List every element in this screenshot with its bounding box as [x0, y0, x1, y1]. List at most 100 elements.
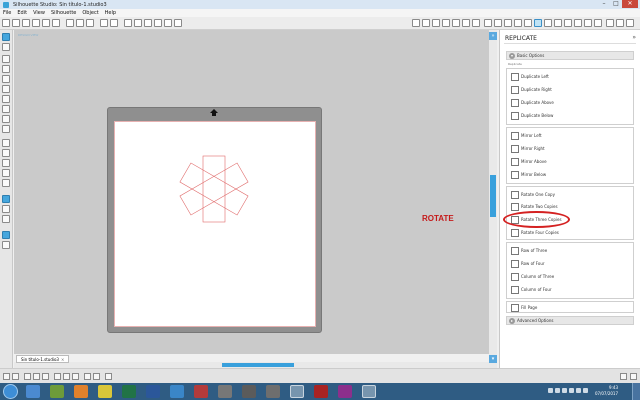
minimize-button[interactable]: –	[598, 0, 610, 8]
trace-icon[interactable]	[564, 19, 572, 27]
word-taskbar-icon[interactable]	[146, 385, 160, 398]
delete-icon[interactable]	[72, 373, 79, 380]
align-icon[interactable]	[524, 19, 532, 27]
column-of-three-option[interactable]: Column of Three	[511, 271, 554, 282]
circle-tool-icon[interactable]	[2, 149, 10, 157]
eraser-tool-icon[interactable]	[2, 169, 10, 177]
mirror-right-option[interactable]: Mirror Right	[511, 143, 545, 154]
rotated-shape-2[interactable]	[179, 162, 249, 216]
ellipse-tool-icon[interactable]	[2, 85, 10, 93]
excel-taskbar-icon[interactable]	[122, 385, 136, 398]
bring-to-front-icon[interactable]	[84, 373, 91, 380]
mirror-below-option[interactable]: Mirror Below	[511, 169, 546, 180]
copy-icon[interactable]	[76, 19, 84, 27]
duplicate-left-option[interactable]: Duplicate Left	[511, 71, 549, 82]
scroll-up-icon[interactable]: »	[489, 32, 497, 40]
replicated-design[interactable]	[179, 152, 259, 232]
document-tab[interactable]: Sin título-1.studio3 ×	[16, 355, 70, 363]
duplicate-above-option[interactable]: Duplicate Above	[511, 97, 554, 108]
transform-icon[interactable]	[494, 19, 502, 27]
edit-points-icon[interactable]	[2, 43, 10, 51]
text-style-icon[interactable]	[484, 19, 492, 27]
library-panel-icon[interactable]	[594, 19, 602, 27]
mirror-above-option[interactable]: Mirror Above	[511, 156, 547, 167]
replicate-icon[interactable]	[534, 19, 542, 27]
app-taskbar-icon-6[interactable]	[338, 385, 352, 398]
fill-page-option[interactable]: Fill Page	[511, 302, 537, 313]
rotated-shape-3[interactable]	[179, 162, 249, 216]
page-settings-icon[interactable]	[412, 19, 420, 27]
horizontal-scroll-thumb[interactable]	[222, 363, 294, 367]
rectangle-tool-icon[interactable]	[2, 65, 10, 73]
ie-taskbar-icon[interactable]	[170, 385, 184, 398]
send-to-back-icon[interactable]	[93, 373, 100, 380]
select-tool-icon[interactable]	[2, 33, 10, 41]
chrome-taskbar-icon[interactable]	[98, 385, 112, 398]
cut-icon[interactable]	[66, 19, 74, 27]
menu-file[interactable]: File	[3, 10, 11, 16]
system-tray-icons[interactable]	[548, 388, 598, 394]
text-tool-icon[interactable]	[2, 159, 10, 167]
send-to-silhouette-icon[interactable]	[52, 19, 60, 27]
menu-silhouette[interactable]: Silhouette	[51, 10, 76, 16]
smooth-freehand-icon[interactable]	[2, 139, 10, 147]
menu-object[interactable]: Object	[82, 10, 98, 16]
library-icon[interactable]	[22, 19, 30, 27]
layers-tool-icon[interactable]	[2, 241, 10, 249]
design-canvas[interactable]: DESIGN VIEW	[14, 30, 489, 354]
firefox-taskbar-icon[interactable]	[74, 385, 88, 398]
redo-icon[interactable]	[110, 19, 118, 27]
app-taskbar-icon-5[interactable]	[314, 385, 328, 398]
document-tab-close-icon[interactable]: ×	[61, 357, 64, 362]
library-tool-icon[interactable]	[2, 195, 10, 203]
fit-to-page-icon[interactable]	[164, 19, 172, 27]
scroll-down-icon[interactable]: ▾	[489, 355, 497, 363]
menu-help[interactable]: Help	[105, 10, 116, 16]
basic-options-header[interactable]: ▾ Basic Options	[506, 51, 634, 60]
zoom-settings-icon[interactable]	[174, 19, 182, 27]
silhouette-studio-taskbar-icon[interactable]	[362, 385, 376, 398]
windows-start-icon[interactable]	[3, 384, 18, 399]
media-player-taskbar-icon[interactable]	[50, 385, 64, 398]
rounded-rectangle-icon[interactable]	[2, 75, 10, 83]
cut-settings-icon[interactable]	[422, 19, 430, 27]
vertical-scrollbar[interactable]: » ▾	[489, 30, 497, 368]
row-of-four-option[interactable]: Row of Four	[511, 258, 545, 269]
weld-icon[interactable]	[105, 373, 112, 380]
compound-path-icon[interactable]	[42, 373, 49, 380]
design-page[interactable]	[114, 121, 316, 327]
explorer-taskbar-icon[interactable]	[26, 385, 40, 398]
app-taskbar-icon-3[interactable]	[242, 385, 256, 398]
duplicate-below-option[interactable]: Duplicate Below	[511, 110, 553, 121]
maximize-button[interactable]: □	[610, 0, 622, 8]
help-icon[interactable]	[626, 19, 634, 27]
zoom-out-icon[interactable]	[144, 19, 152, 27]
column-of-four-option[interactable]: Column of Four	[511, 284, 552, 295]
settings-gear-icon[interactable]	[620, 373, 627, 380]
store-tool-icon[interactable]	[2, 205, 10, 213]
select-all-icon[interactable]	[3, 373, 10, 380]
vertical-scroll-thumb[interactable]	[490, 175, 496, 217]
pan-icon[interactable]	[124, 19, 132, 27]
zoom-in-icon[interactable]	[134, 19, 142, 27]
refresh-icon[interactable]	[630, 373, 637, 380]
line-color-icon[interactable]	[472, 19, 480, 27]
registration-icon[interactable]	[432, 19, 440, 27]
page-tool-icon[interactable]	[2, 231, 10, 239]
freehand-tool-icon[interactable]	[2, 125, 10, 133]
panel-collapse-icon[interactable]: »	[632, 34, 636, 41]
polygon-tool-icon[interactable]	[2, 95, 10, 103]
show-desktop-button[interactable]	[632, 383, 640, 400]
line-tool-icon[interactable]	[2, 55, 10, 63]
duplicate-icon[interactable]	[63, 373, 70, 380]
menu-edit[interactable]: Edit	[17, 10, 27, 16]
advanced-options-header[interactable]: ▸ Advanced Options	[506, 316, 634, 325]
new-document-icon[interactable]	[2, 19, 10, 27]
design-store-icon[interactable]	[584, 19, 592, 27]
mirror-left-option[interactable]: Mirror Left	[511, 130, 542, 141]
move-icon[interactable]	[514, 19, 522, 27]
print-icon[interactable]	[42, 19, 50, 27]
undo-icon[interactable]	[100, 19, 108, 27]
line-style-icon[interactable]	[452, 19, 460, 27]
ungroup-icon[interactable]	[33, 373, 40, 380]
